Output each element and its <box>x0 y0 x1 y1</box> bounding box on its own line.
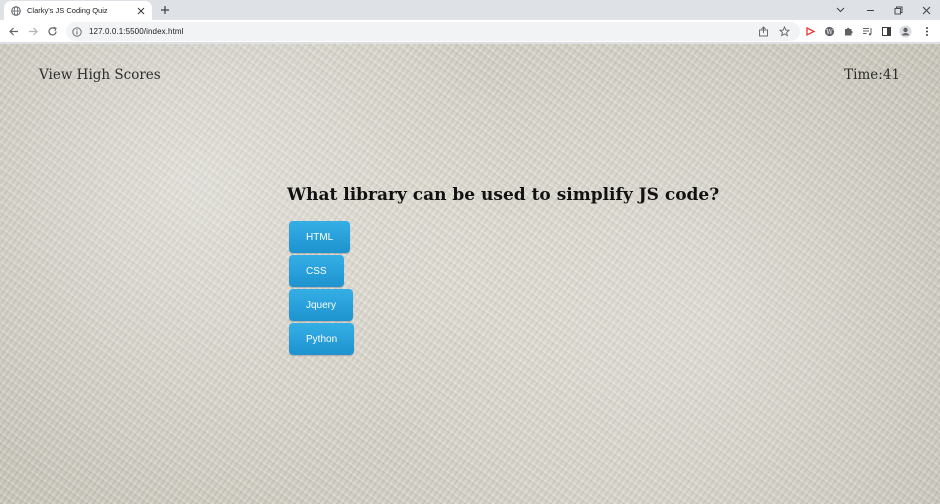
timer-display: Time:41 <box>844 67 900 83</box>
url-text: 127.0.0.1:5500/index.html <box>89 27 184 36</box>
view-high-scores-link[interactable]: View High Scores <box>39 67 161 83</box>
reload-icon[interactable] <box>45 24 60 39</box>
quiz-page: View High Scores Time:41 What library ca… <box>0 44 940 504</box>
answer-list: HTML CSS Jquery Python <box>289 221 355 357</box>
address-bar[interactable]: 127.0.0.1:5500/index.html <box>66 22 800 41</box>
plus-icon[interactable] <box>158 3 172 17</box>
answer-button-html[interactable]: HTML <box>289 221 351 253</box>
forward-arrow-icon[interactable] <box>26 24 41 39</box>
puzzle-icon[interactable] <box>841 24 856 39</box>
restore-icon[interactable] <box>884 0 912 20</box>
close-icon[interactable] <box>136 6 146 16</box>
answer-button-jquery[interactable]: Jquery <box>289 289 354 321</box>
info-icon[interactable] <box>72 26 82 37</box>
question-text: What library can be used to simplify JS … <box>287 185 720 205</box>
sidepanel-icon[interactable] <box>879 24 894 39</box>
svg-text:W: W <box>826 28 833 36</box>
kebab-menu-icon[interactable] <box>919 24 934 39</box>
extension-red-icon[interactable] <box>803 24 818 39</box>
tab-title: Clarky's JS Coding Quiz <box>27 6 108 15</box>
wordpress-icon[interactable]: W <box>822 24 837 39</box>
browser-tab[interactable]: Clarky's JS Coding Quiz <box>4 1 152 20</box>
globe-icon <box>11 5 21 16</box>
browser-toolbar: 127.0.0.1:5500/index.html W <box>0 20 940 43</box>
tab-strip: Clarky's JS Coding Quiz <box>0 0 940 20</box>
answer-button-css[interactable]: CSS <box>289 255 344 287</box>
star-icon[interactable] <box>777 24 791 38</box>
chevron-down-icon[interactable] <box>826 0 854 20</box>
answer-button-python[interactable]: Python <box>289 323 355 355</box>
share-icon[interactable] <box>756 24 770 38</box>
minimize-icon[interactable] <box>856 0 884 20</box>
back-arrow-icon[interactable] <box>6 24 21 39</box>
close-window-icon[interactable] <box>912 0 940 20</box>
profile-icon[interactable] <box>898 24 913 39</box>
playlist-icon[interactable] <box>860 24 875 39</box>
